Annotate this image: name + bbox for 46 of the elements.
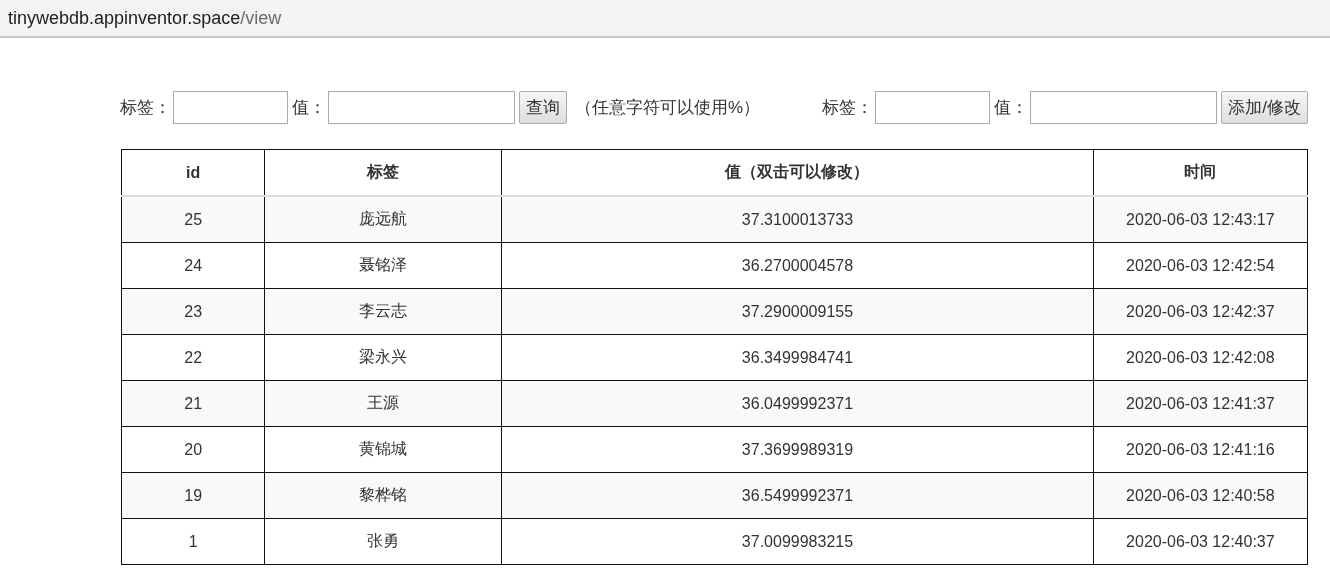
field-label: 值：: [292, 97, 326, 119]
url-path: /view: [240, 7, 282, 29]
table-cell: 21: [121, 380, 265, 427]
table-cell: 2020-06-03 12:40:37: [1093, 518, 1308, 565]
table-cell: 2020-06-03 12:43:17: [1093, 196, 1308, 243]
table-cell: 1: [121, 518, 265, 565]
table-cell: 25: [121, 196, 265, 243]
table-cell: 聂铭泽: [264, 242, 502, 289]
table-cell: 王源: [264, 380, 502, 427]
table-cell: 2020-06-03 12:41:16: [1093, 426, 1308, 473]
hint-text: （任意字符可以使用%）: [575, 97, 761, 119]
table-cell: 黄锦城: [264, 426, 502, 473]
value-input[interactable]: [328, 91, 515, 124]
table-cell: 2020-06-03 12:40:58: [1093, 472, 1308, 519]
tag-input[interactable]: [173, 91, 288, 124]
table-cell: 黎桦铭: [264, 472, 502, 519]
table-cell: 20: [121, 426, 265, 473]
address-bar[interactable]: tinywebdb.appinventor.space/view: [0, 0, 1330, 38]
table-cell: 张勇: [264, 518, 502, 565]
table-cell: 36.5499992371: [501, 472, 1094, 519]
table-cell: 19: [121, 472, 265, 519]
table-cell: 2020-06-03 12:42:54: [1093, 242, 1308, 289]
field-label: 标签：: [822, 97, 874, 119]
table-cell: 37.0099983215: [501, 518, 1094, 565]
table-cell: 37.2900009155: [501, 288, 1094, 335]
table-cell: 23: [121, 288, 265, 335]
table-cell: 37.3100013733: [501, 196, 1094, 243]
table-cell: 24: [121, 242, 265, 289]
table-cell: 36.0499992371: [501, 380, 1094, 427]
query-button[interactable]: 查询: [519, 91, 567, 124]
add-edit-button[interactable]: 添加/修改: [1221, 91, 1308, 124]
url-host: tinywebdb.appinventor.space: [8, 7, 241, 29]
table-cell: 37.3699989319: [501, 426, 1094, 473]
table-cell: 2020-06-03 12:42:08: [1093, 334, 1308, 381]
table-cell: 庞远航: [264, 196, 502, 243]
table-cell: 李云志: [264, 288, 502, 335]
tag-input[interactable]: [875, 91, 991, 124]
field-label: 值：: [994, 97, 1029, 119]
table-cell: 36.3499984741: [501, 334, 1094, 381]
value-input[interactable]: [1030, 91, 1218, 124]
table-cell: 36.2700004578: [501, 242, 1094, 289]
table-cell: 梁永兴: [264, 334, 502, 381]
table-cell: 22: [121, 334, 265, 381]
field-label: 标签：: [120, 97, 171, 119]
table-cell: 2020-06-03 12:42:37: [1093, 288, 1308, 335]
table-cell: 2020-06-03 12:41:37: [1093, 380, 1308, 427]
